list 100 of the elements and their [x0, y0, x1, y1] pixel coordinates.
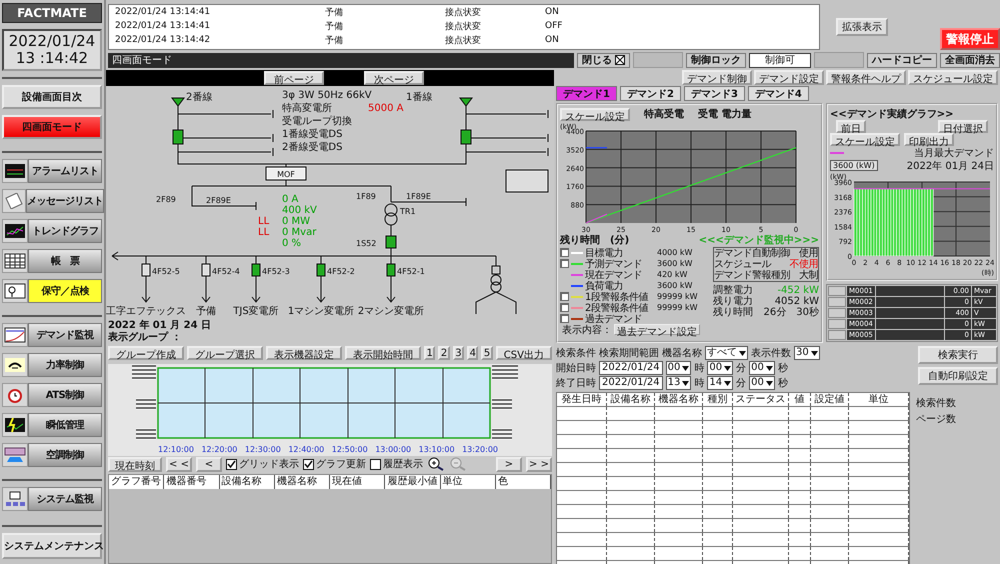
scale-setting-button[interactable]: スケール設定: [560, 108, 630, 120]
time-unit-label: 時: [694, 376, 704, 390]
menu-button[interactable]: 瞬低管理: [28, 413, 102, 437]
air-conditioner-icon[interactable]: [4, 447, 26, 463]
menu-button[interactable]: 力率制御: [28, 353, 102, 377]
legend-checkbox[interactable]: [560, 292, 569, 301]
reading-label: 調整電力: [713, 285, 753, 296]
page-number-button[interactable]: 3: [452, 346, 464, 360]
date-select-button[interactable]: 日付選択: [938, 120, 988, 133]
table-icon[interactable]: [4, 253, 26, 269]
zoom-in-icon[interactable]: [427, 457, 445, 471]
maintenance-button[interactable]: システムメンテナンス: [2, 533, 102, 559]
legend-checkbox[interactable]: [560, 259, 569, 268]
page-number-button[interactable]: 2: [438, 346, 450, 360]
scroll-button[interactable]: >: [496, 456, 522, 472]
function-button[interactable]: スケジュール設定: [908, 70, 998, 85]
time-axis-label: 12:30:00: [244, 445, 281, 454]
clear-all-button[interactable]: 全画面消去: [940, 52, 1000, 68]
legend-label: 現在デマンド: [585, 268, 643, 280]
start-date-field[interactable]: 2022/01/24: [599, 361, 663, 375]
demand-tab[interactable]: デマンド3: [684, 86, 745, 101]
diagram-label: 2マシン変電所: [358, 306, 424, 317]
computer-network-icon[interactable]: [4, 491, 26, 507]
menu-button[interactable]: システム監視: [28, 487, 102, 511]
diagram-label: 1F89: [356, 192, 376, 201]
trend-button[interactable]: グループ選択: [187, 346, 263, 360]
legend-value: 420 kW: [657, 270, 688, 279]
column-header: 単位: [440, 475, 496, 489]
auto-print-button[interactable]: 自動印刷設定: [918, 367, 998, 385]
current-time-button[interactable]: 現在時刻: [108, 456, 162, 472]
scale-setting-button[interactable]: スケール設定: [830, 133, 900, 146]
trend-button[interactable]: 表示開始時間: [345, 346, 421, 360]
previous-day-button[interactable]: 前日: [836, 120, 866, 133]
alarm-stop-button[interactable]: 警報停止: [940, 28, 1000, 50]
time-dropdown[interactable]: 13: [666, 376, 692, 390]
page-button[interactable]: 前ページ: [264, 71, 324, 85]
menu-button[interactable]: デマンド監視: [28, 323, 102, 347]
diagram-label: 4F52-4: [212, 267, 240, 276]
legend-checkbox[interactable]: [560, 314, 569, 323]
function-button[interactable]: 警報条件ヘルプ: [826, 70, 906, 85]
legend-checkbox[interactable]: [560, 248, 569, 257]
time-axis-label: 13:10:00: [418, 445, 455, 454]
start-time-label: 開始日時: [556, 362, 596, 375]
time-dropdown[interactable]: 00: [666, 361, 692, 375]
function-button[interactable]: デマンド制御: [682, 70, 752, 85]
checkbox[interactable]: [370, 458, 381, 470]
past-demand-button[interactable]: 過去デマンド設定: [614, 324, 700, 335]
column-header: 設備名称: [607, 393, 655, 406]
nav-button[interactable]: 四画面モード: [2, 115, 102, 139]
scroll-button[interactable]: > >: [526, 456, 552, 472]
document-icon[interactable]: [3, 193, 25, 209]
nav-button[interactable]: 設備画面目次: [2, 85, 102, 109]
close-button[interactable]: 閉じる: [577, 52, 630, 68]
gauge-icon[interactable]: [4, 357, 26, 373]
diagram-label: 5000 A: [368, 103, 404, 114]
lightning-chart-icon[interactable]: [4, 417, 26, 433]
menu-button[interactable]: メッセージリスト: [26, 189, 104, 213]
end-date-field[interactable]: 2022/01/24: [599, 376, 663, 390]
print-button[interactable]: 印刷出力: [904, 133, 954, 146]
device-dropdown[interactable]: すべて: [705, 346, 748, 360]
expand-button[interactable]: 拡張表示: [836, 18, 888, 36]
time-dropdown[interactable]: 00: [707, 361, 734, 375]
column-header: 機器名称: [655, 393, 703, 406]
menu-button[interactable]: 空調制御: [28, 443, 102, 467]
hardcopy-button[interactable]: ハードコピー: [867, 52, 937, 68]
csv-export-button[interactable]: CSV出力: [496, 346, 552, 360]
alarm-list-icon[interactable]: [4, 163, 26, 179]
menu-button[interactable]: トレンドグラフ: [28, 219, 102, 243]
demand-curve-icon[interactable]: [4, 327, 26, 343]
scroll-button[interactable]: <: [196, 456, 222, 472]
page-number-button[interactable]: 5: [481, 346, 493, 360]
legend-checkbox[interactable]: [560, 303, 569, 312]
diagram-label: 1マシン変電所: [288, 306, 354, 317]
page-number-button[interactable]: 1: [424, 346, 436, 360]
chart-date: 2022年 01月 24日: [906, 160, 994, 172]
checkbox[interactable]: [303, 458, 314, 470]
demand-tab[interactable]: デマンド2: [620, 86, 681, 101]
demand-tab[interactable]: デマンド1: [556, 86, 617, 101]
trend-button[interactable]: 表示機器設定: [266, 346, 342, 360]
status-value: 使用: [799, 248, 818, 259]
demand-tab[interactable]: デマンド4: [748, 86, 809, 101]
column-header: 種別: [703, 393, 733, 406]
page-number-button[interactable]: 4: [467, 346, 478, 360]
function-button[interactable]: デマンド設定: [754, 70, 824, 85]
control-lock-button[interactable]: 制御ロック: [686, 52, 746, 68]
trend-chart-icon[interactable]: [4, 223, 26, 239]
search-run-button[interactable]: 検索実行: [918, 346, 998, 364]
legend-value: 4000 kW: [657, 248, 692, 257]
time-dropdown[interactable]: 00: [749, 376, 775, 390]
scroll-button[interactable]: < <: [166, 456, 192, 472]
count-dropdown[interactable]: 30: [794, 346, 820, 360]
menu-button[interactable]: 保守／点検: [28, 279, 102, 303]
trend-button[interactable]: グループ作成: [108, 346, 184, 360]
time-dropdown[interactable]: 14: [707, 376, 734, 390]
menu-button[interactable]: ATS制御: [28, 383, 102, 407]
menu-button[interactable]: 帳 票: [28, 249, 102, 273]
menu-button[interactable]: アラームリスト: [28, 159, 102, 183]
checkbox[interactable]: [226, 458, 237, 470]
page-button[interactable]: 次ページ: [364, 71, 424, 85]
time-dropdown[interactable]: 00: [749, 361, 775, 375]
